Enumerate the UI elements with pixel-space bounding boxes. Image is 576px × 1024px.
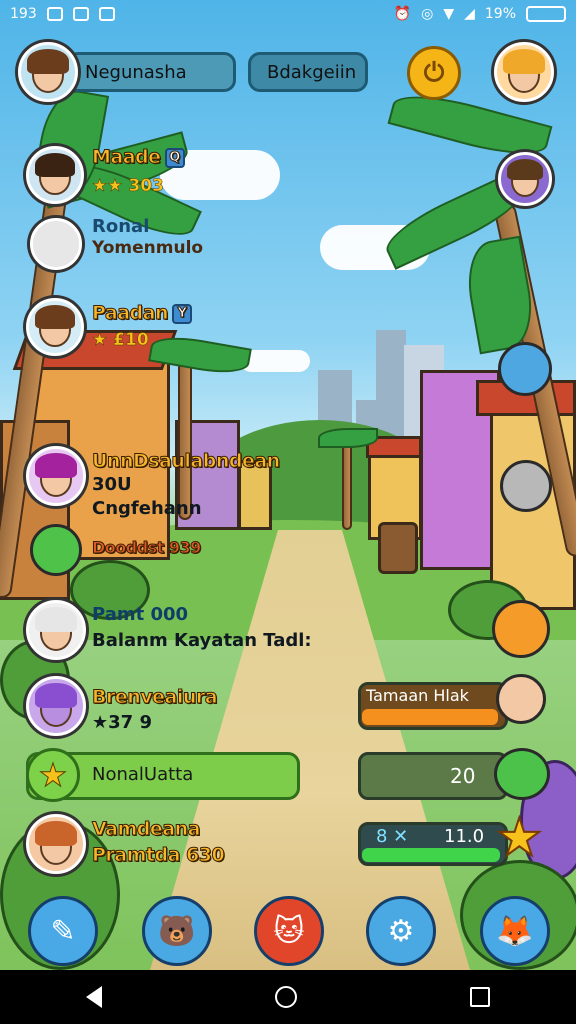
hair (35, 153, 75, 177)
player-name: Ronal (92, 216, 150, 237)
tab-left-label: Negunasha (85, 61, 187, 83)
settings-icon (46, 7, 63, 21)
battery-percent: 19% (484, 6, 516, 22)
home-icon[interactable] (274, 986, 297, 1008)
energy-progress (362, 848, 500, 862)
player-avatar[interactable] (26, 676, 86, 736)
tab-left[interactable]: Negunasha (66, 52, 236, 92)
hair (35, 453, 77, 478)
rock-icon[interactable] (500, 460, 552, 512)
energy-value: 11.0 (444, 826, 485, 847)
hair (35, 607, 77, 632)
player-avatar[interactable] (26, 446, 86, 506)
creature-avatar[interactable] (30, 524, 82, 576)
quill-icon[interactable]: ✎ (28, 896, 98, 966)
system-nav-bar (0, 970, 576, 1024)
hair (503, 49, 545, 74)
player-avatar[interactable] (18, 42, 78, 102)
hair (35, 305, 75, 329)
tab-right-label: Bdakgeiin (267, 61, 357, 83)
player-name: Maade Q (92, 146, 185, 169)
player-stats: Cngfehann (92, 498, 202, 519)
signal-icon: ◢ (464, 6, 475, 22)
player-stats: Pramtda 630 (91, 844, 225, 867)
task-label: Tamaan Hlak (366, 686, 469, 705)
location-icon: ◎ (421, 6, 434, 22)
robot-avatar[interactable] (30, 218, 82, 270)
player-name: Dooddst 939 (92, 538, 202, 558)
friend-avatar[interactable] (494, 42, 554, 102)
player-avatar[interactable] (26, 600, 86, 660)
player-name: Brenveaiura (91, 686, 218, 709)
cat-icon[interactable]: 🐱 (254, 896, 324, 966)
player-stats: Yomenmulo (92, 238, 204, 258)
hair (27, 49, 69, 74)
palm-trunk (178, 360, 192, 520)
count-panel[interactable] (358, 752, 508, 800)
gear-icon[interactable]: ⚙ (366, 896, 436, 966)
player-stats: 30U (92, 474, 132, 495)
dragon-icon (494, 748, 550, 800)
fish-icon[interactable] (498, 342, 552, 396)
friend-avatar[interactable] (498, 152, 552, 206)
player-name: Paadan Y (91, 302, 193, 325)
star-icon: ★ (495, 807, 544, 869)
rank-badge: Y (172, 303, 193, 324)
battery-icon (526, 6, 566, 22)
bear-icon[interactable]: 🐻 (142, 896, 212, 966)
quest-label: NonalUatta (92, 764, 194, 785)
player-stats: Balanm Kayatan Tadl: (92, 630, 312, 651)
hair (35, 821, 77, 846)
image-icon (98, 7, 115, 21)
player-name: Vamdeana (92, 818, 201, 841)
phone-icon (72, 7, 89, 21)
cart (378, 522, 418, 574)
palm-leaf (318, 428, 378, 448)
player-name: Pamt 000 (92, 604, 189, 625)
wifi-icon: ▼ (443, 6, 455, 22)
power-icon[interactable]: ⏻ (407, 46, 461, 100)
status-bar: 193 ⏰ ◎ ▼ ◢ 19% (0, 0, 576, 28)
player-stats: ★ £10 (92, 330, 149, 351)
hair (35, 683, 77, 708)
star-icon: ★ (26, 748, 80, 802)
rank-badge: Q (164, 147, 185, 168)
clock: 193 (10, 6, 37, 22)
player-stats: ★★ 303 (92, 176, 164, 197)
tab-right[interactable]: Bdakgeiin (248, 52, 368, 92)
alarm-icon: ⏰ (393, 6, 412, 22)
boy-avatar (496, 674, 546, 724)
count-value: 20 (450, 764, 476, 788)
monster-icon[interactable] (492, 600, 550, 658)
player-name: UnnDsaulabndean (92, 450, 281, 473)
task-progress (362, 709, 498, 725)
player-stats: ★37 9 (92, 712, 152, 733)
recent-apps-icon[interactable] (469, 987, 490, 1007)
player-avatar[interactable] (26, 814, 86, 874)
back-icon[interactable] (86, 986, 103, 1008)
fox-icon[interactable]: 🦊 (480, 896, 550, 966)
palm-trunk (342, 440, 352, 530)
player-avatar[interactable] (26, 298, 84, 356)
player-avatar[interactable] (26, 146, 84, 204)
hair (506, 158, 544, 181)
energy-label: 8 ✕ (376, 826, 409, 847)
